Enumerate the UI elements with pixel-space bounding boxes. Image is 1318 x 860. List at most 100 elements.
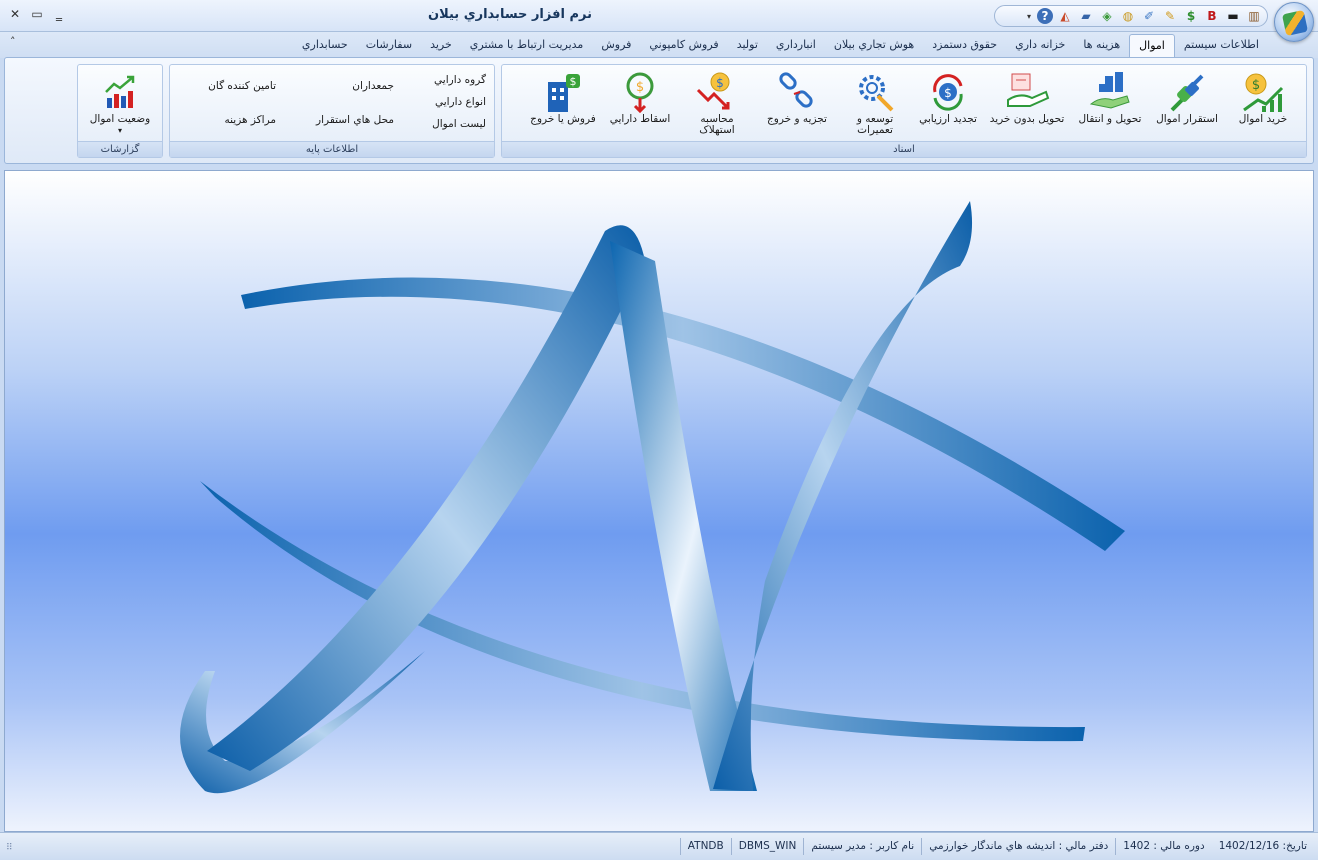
base-info-col1-item[interactable]: گروه دارايي xyxy=(432,69,486,91)
tab-10[interactable]: خزانه داري xyxy=(1006,34,1074,58)
revaluation-icon: $ xyxy=(925,70,971,114)
base-info-col3: تامين کننده گان مراکز هزينه xyxy=(208,69,276,137)
tab-0[interactable]: حسابداري xyxy=(293,34,357,58)
asnad-button-5[interactable]: توسعه و تعميرات xyxy=(838,67,912,139)
asnad-button-4[interactable]: $ تجديد ارزيابي xyxy=(912,67,984,139)
hat-icon[interactable]: ◭ xyxy=(1056,8,1074,25)
palette-icon[interactable]: ✎ xyxy=(1161,8,1179,25)
coins-icon[interactable]: ◍ xyxy=(1119,8,1137,25)
status-item-5: تاريخ: 1402/12/16 xyxy=(1218,840,1307,852)
asnad-button-8[interactable]: $ اسقاط دارايي xyxy=(602,67,678,139)
minimize-button[interactable]: ‗ xyxy=(50,6,68,22)
asnad-button-label: توسعه و تعميرات xyxy=(856,113,894,136)
company-logo-watermark xyxy=(180,201,1125,794)
title-bar: ✕ ▭ ‗ نرم افزار حسابداري بيلان ▥ ▬ B $ ✎ ✐ ◍ ◈ ▰… xyxy=(0,0,1318,32)
printer-icon[interactable]: ▬ xyxy=(1224,8,1242,25)
ribbon-tab-row: ˄ حسابداري سفارشات خريد مديريت ارتباط با مش… xyxy=(0,32,1318,58)
group-label-asnad: اسناد xyxy=(502,141,1306,157)
book-icon[interactable]: ▰ xyxy=(1077,8,1095,25)
bold-b-icon[interactable]: B xyxy=(1203,8,1221,25)
tab-6[interactable]: توليد xyxy=(728,34,767,58)
asnad-buttons: $ خريد اموال استقرار اموال تحويل و انتقال تح… xyxy=(524,67,1302,139)
asnad-button-6[interactable]: تجزيه و خروج xyxy=(756,67,838,139)
window-controls: ✕ ▭ ‗ xyxy=(6,6,68,22)
base-info-col2-item[interactable]: محل هاي استقرار xyxy=(316,103,394,137)
tab-4[interactable]: فروش xyxy=(592,34,640,58)
tab-13[interactable]: اطلاعات سيستم xyxy=(1175,34,1268,58)
asnad-button-label: تجديد ارزيابي xyxy=(919,113,977,125)
status-item-1: DBMS_WIN xyxy=(730,838,804,855)
asnad-button-1[interactable]: استقرار اموال xyxy=(1150,67,1224,139)
tab-1[interactable]: سفارشات xyxy=(357,34,421,58)
app-logo-icon xyxy=(1281,9,1309,37)
asnad-button-9[interactable]: $ فروش يا خروج xyxy=(524,67,602,139)
quick-access-toolbar: ▥ ▬ B $ ✎ ✐ ◍ ◈ ▰ ◭? ▾ xyxy=(994,5,1268,27)
asnad-button-label: تجزيه و خروج xyxy=(767,113,827,125)
base-info-col3-item[interactable]: مراکز هزينه xyxy=(208,103,276,137)
asnad-button-label: فروش يا خروج xyxy=(530,113,596,125)
bar-chart-icon xyxy=(97,70,143,114)
application-menu-button[interactable] xyxy=(1274,2,1314,42)
base-info-col1-item[interactable]: ليست اموال xyxy=(432,113,486,135)
tab-12[interactable]: اموال xyxy=(1129,34,1175,58)
asnad-button-label: خريد اموال xyxy=(1238,113,1288,125)
asset-status-label: وضعيت اموال xyxy=(89,113,151,125)
status-item-3: دفتر مالي : انديشه هاي ماندگار خوارزمي xyxy=(921,838,1115,855)
asnad-button-0[interactable]: $ خريد اموال xyxy=(1224,67,1302,139)
asnad-button-label: تحويل و انتقال xyxy=(1078,113,1142,125)
plug-icon xyxy=(1164,70,1210,114)
tab-7[interactable]: انبارداري xyxy=(767,34,825,58)
base-info-col2: جمعداران محل هاي استقرار xyxy=(316,69,394,137)
ribbon-panel: $ خريد اموال استقرار اموال تحويل و انتقال تح… xyxy=(4,57,1314,164)
tab-2[interactable]: خريد xyxy=(421,34,461,58)
tab-3[interactable]: مديريت ارتباط با مشتري xyxy=(461,34,593,58)
status-items: ATNDB DBMS_WIN نام کاربر : مدير سيستم دفتر … xyxy=(679,838,1314,855)
group-base-info: گروه دارايي انواع دارايي ليست اموال جمعدار… xyxy=(169,64,495,158)
asset-status-button[interactable]: وضعيت اموال ▾ xyxy=(78,67,162,139)
transfer-icon xyxy=(1087,70,1133,114)
money-hand-icon[interactable]: ◈ xyxy=(1098,8,1116,25)
status-bar: ⠿ ATNDB DBMS_WIN نام کاربر : مدير سيستم دفت… xyxy=(0,832,1318,860)
app-title: نرم افزار حسابداري بيلان xyxy=(428,7,592,22)
group-label-reports: گزارشات xyxy=(78,141,162,157)
help-icon[interactable]: ? xyxy=(1037,8,1053,24)
group-label-base-info: اطلاعات پايه xyxy=(170,141,494,157)
group-asnad: $ خريد اموال استقرار اموال تحويل و انتقال تح… xyxy=(501,64,1307,158)
tab-11[interactable]: هزينه ها xyxy=(1074,34,1129,58)
base-info-col2-item[interactable]: جمعداران xyxy=(316,69,394,103)
base-info-col1-item[interactable]: انواع دارايي xyxy=(432,91,486,113)
asnad-button-label: محاسبه استهلاک xyxy=(699,113,735,136)
asnad-button-label: اسقاط دارايي xyxy=(609,113,671,125)
restore-button[interactable]: ▭ xyxy=(28,6,46,22)
broken-link-icon xyxy=(774,70,820,114)
scrap-icon: $ xyxy=(617,70,663,114)
svg-text:$: $ xyxy=(636,80,644,95)
tab-8[interactable]: هوش تجاري بيلان xyxy=(825,34,923,58)
delivery-icon xyxy=(1004,70,1050,114)
dollar-icon[interactable]: $ xyxy=(1182,8,1200,25)
qat-dropdown-icon[interactable]: ▾ xyxy=(1024,12,1034,21)
main-workspace xyxy=(4,170,1314,832)
tab-9[interactable]: حقوق دستمزد xyxy=(923,34,1006,58)
group-reports: وضعيت اموال ▾ گزارشات xyxy=(77,64,163,158)
resize-grip-icon[interactable]: ⠿ xyxy=(6,843,13,853)
rename-folder-icon[interactable]: ▥ xyxy=(1245,8,1263,25)
svg-text:$: $ xyxy=(944,86,952,100)
status-item-4: دوره مالي : 1402 xyxy=(1115,838,1211,855)
collapse-ribbon-icon[interactable]: ˄ xyxy=(10,35,16,48)
base-info-col3-item[interactable]: تامين کننده گان xyxy=(208,69,276,103)
asnad-button-3[interactable]: تحويل بدون خريد xyxy=(984,67,1070,139)
tab-5[interactable]: فروش کامپوني xyxy=(640,34,727,58)
asnad-button-label: تحويل بدون خريد xyxy=(989,113,1065,125)
status-item-2: نام کاربر : مدير سيستم xyxy=(803,838,921,855)
svg-text:$: $ xyxy=(716,76,724,90)
asnad-button-7[interactable]: $ محاسبه استهلاک xyxy=(678,67,756,139)
status-item-0: ATNDB xyxy=(679,838,731,855)
close-button[interactable]: ✕ xyxy=(6,6,24,22)
sell-building-icon: $ xyxy=(540,70,586,114)
asnad-button-2[interactable]: تحويل و انتقال xyxy=(1070,67,1150,139)
ribbon-tabs: حسابداري سفارشات خريد مديريت ارتباط با مشتر… xyxy=(293,34,1268,58)
pencil-card-icon[interactable]: ✐ xyxy=(1140,8,1158,25)
asnad-button-label: استقرار اموال xyxy=(1156,113,1218,125)
svg-text:$: $ xyxy=(1252,78,1260,93)
